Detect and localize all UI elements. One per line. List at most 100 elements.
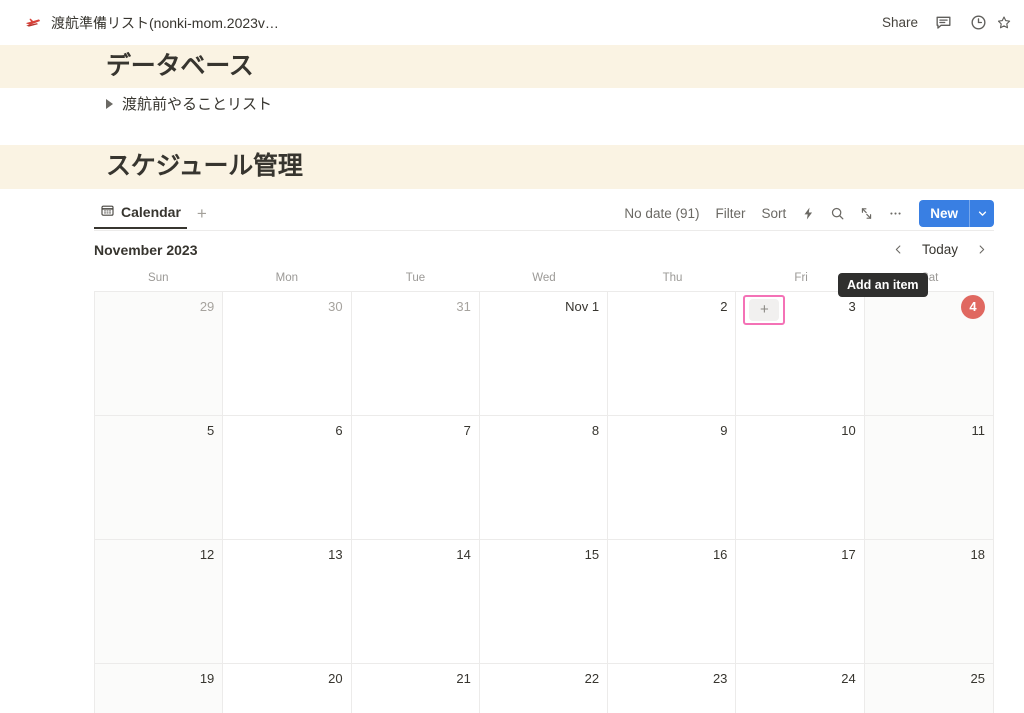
calendar-day-cell[interactable]: 13 bbox=[223, 539, 352, 663]
calendar-day-cell[interactable]: 25 bbox=[864, 663, 993, 713]
calendar-day-cell[interactable]: 8 bbox=[479, 415, 609, 539]
calendar-day-number: 15 bbox=[584, 546, 600, 562]
heading-database-block: データベース bbox=[0, 45, 1024, 89]
calendar-day-number: 17 bbox=[841, 546, 856, 562]
weekday-label: Thu bbox=[662, 271, 683, 284]
calendar-day-cell[interactable]: 16 bbox=[608, 539, 737, 663]
tooltip-add-an-item: Add an item bbox=[838, 272, 928, 297]
toggle-block-todo-list[interactable]: 渡航前やることリスト bbox=[0, 88, 1024, 119]
weekday-label: Sun bbox=[148, 271, 169, 284]
database-view: Calendar + No date (91) Filter Sort New … bbox=[0, 197, 1024, 713]
calendar: Sun Mon Tue Wed Thu Fri Sat 29 30 31 Nov 12… bbox=[94, 269, 994, 713]
calendar-day-cell[interactable]: 31 bbox=[351, 291, 480, 415]
calendar-day-number: 5 bbox=[207, 422, 215, 438]
calendar-day-cell[interactable]: 15 bbox=[479, 539, 609, 663]
chevron-right-icon[interactable] bbox=[106, 98, 113, 109]
no-date-button[interactable]: No date (91) bbox=[617, 202, 706, 225]
toggle-label: 渡航前やることリスト bbox=[122, 96, 273, 114]
lightning-icon[interactable] bbox=[795, 200, 822, 226]
calendar-day-number: 18 bbox=[970, 546, 985, 562]
calendar-day-number: 30 bbox=[328, 298, 343, 314]
ellipsis-icon[interactable] bbox=[882, 200, 909, 226]
calendar-day-cell[interactable]: 29 bbox=[95, 291, 224, 415]
calendar-day-cell[interactable]: Nov 1 bbox=[479, 291, 609, 415]
calendar-day-cell[interactable]: 19 bbox=[95, 663, 224, 713]
add-item-button[interactable]: + bbox=[749, 298, 780, 321]
calendar-day-number: 13 bbox=[328, 546, 343, 562]
calendar-day-number: 23 bbox=[712, 670, 728, 686]
calendar-day-cell[interactable]: 21 bbox=[351, 663, 480, 713]
calendar-day-number: 24 bbox=[841, 670, 856, 686]
calendar-day-cell[interactable]: 11 bbox=[864, 415, 993, 539]
calendar-week-row: 5 6 7 8 9 10 11 bbox=[95, 415, 993, 540]
calendar-day-cell[interactable]: 18 bbox=[864, 539, 993, 663]
calendar-day-cell[interactable]: 20 bbox=[223, 663, 352, 713]
calendar-day-number: 21 bbox=[456, 670, 471, 686]
calendar-grid: 29 30 31 Nov 1 2 3 +4 5 6 7 8 9 10 11 12 13 14 15 16 17 18 19… bbox=[94, 290, 994, 713]
top-bar: 渡航準備リスト(nonki-mom.2023v… Share bbox=[0, 0, 1024, 45]
chevron-left-icon[interactable] bbox=[886, 237, 912, 263]
today-badge: 4 bbox=[961, 294, 985, 319]
breadcrumb-title: 渡航準備リスト(nonki-mom.2023v… bbox=[51, 14, 279, 31]
calendar-day-number: 9 bbox=[720, 422, 728, 438]
calendar-day-cell[interactable]: 6 bbox=[223, 415, 352, 539]
calendar-day-number: 8 bbox=[591, 422, 600, 438]
calendar-day-number: 14 bbox=[456, 546, 471, 562]
calendar-week-row: 19 20 21 22 23 24 25 bbox=[95, 663, 993, 713]
calendar-day-number: 2 bbox=[720, 298, 728, 314]
calendar-week-row: 29 30 31 Nov 1 2 3 + 4 bbox=[95, 291, 993, 416]
star-icon[interactable] bbox=[998, 9, 1012, 37]
calendar-day-cell[interactable]: 17 bbox=[736, 539, 865, 663]
calendar-month-bar: November 2023 Today bbox=[94, 231, 994, 269]
month-label: November 2023 bbox=[94, 241, 198, 258]
calendar-day-number: 22 bbox=[584, 670, 600, 686]
today-button[interactable]: Today bbox=[914, 242, 966, 257]
calendar-day-number: 19 bbox=[199, 670, 215, 686]
breadcrumb[interactable]: 渡航準備リスト(nonki-mom.2023v… bbox=[18, 10, 285, 36]
new-button[interactable]: New bbox=[919, 199, 994, 227]
tab-calendar[interactable]: Calendar bbox=[94, 199, 187, 229]
page-title: データベース bbox=[106, 52, 254, 80]
search-icon[interactable] bbox=[824, 200, 851, 226]
calendar-day-number: 7 bbox=[463, 422, 471, 438]
calendar-day-cell[interactable]: 5 bbox=[95, 415, 224, 539]
clock-icon[interactable] bbox=[963, 9, 994, 37]
weekday-label: Mon bbox=[275, 271, 299, 284]
calendar-day-cell[interactable]: 3 + bbox=[736, 291, 865, 415]
month-nav: Today bbox=[886, 237, 994, 263]
calendar-icon bbox=[100, 203, 115, 221]
share-button[interactable]: Share bbox=[876, 9, 924, 37]
calendar-day-number: 6 bbox=[335, 422, 343, 438]
calendar-day-cell[interactable]: 7 bbox=[351, 415, 480, 539]
heading-schedule-block: スケジュール管理 bbox=[0, 145, 1024, 189]
calendar-day-cell[interactable]: 9 bbox=[608, 415, 737, 539]
calendar-day-cell[interactable]: 23 bbox=[608, 663, 737, 713]
weekday-label: Wed bbox=[532, 271, 556, 284]
filter-button[interactable]: Filter bbox=[708, 202, 752, 225]
view-actions: No date (91) Filter Sort New bbox=[617, 199, 994, 227]
calendar-day-cell[interactable]: 22 bbox=[479, 663, 609, 713]
calendar-day-cell[interactable]: 2 bbox=[608, 291, 737, 415]
add-item-highlight: + bbox=[743, 294, 786, 325]
calendar-day-cell[interactable]: 12 bbox=[95, 539, 224, 663]
calendar-day-cell[interactable]: 4 bbox=[864, 291, 993, 415]
section-title: スケジュール管理 bbox=[106, 152, 303, 181]
calendar-day-number: 20 bbox=[328, 670, 343, 686]
calendar-day-cell[interactable]: 24 bbox=[736, 663, 865, 713]
calendar-day-number: 11 bbox=[971, 422, 986, 438]
airplane-icon bbox=[24, 14, 42, 32]
view-tabs: Calendar + bbox=[94, 199, 215, 229]
calendar-day-cell[interactable]: 30 bbox=[223, 291, 352, 415]
calendar-day-cell[interactable]: 10 bbox=[736, 415, 865, 539]
comment-icon[interactable] bbox=[928, 9, 959, 37]
chevron-down-icon[interactable] bbox=[970, 200, 994, 227]
add-view-button[interactable]: + bbox=[189, 203, 215, 224]
chevron-right-icon[interactable] bbox=[968, 237, 994, 263]
sort-button[interactable]: Sort bbox=[754, 202, 793, 225]
collapse-arrows-icon[interactable] bbox=[853, 200, 880, 226]
calendar-week-row: 12 13 14 15 16 17 18 bbox=[95, 539, 993, 664]
calendar-day-cell[interactable]: 14 bbox=[351, 539, 480, 663]
new-button-label: New bbox=[930, 205, 958, 221]
